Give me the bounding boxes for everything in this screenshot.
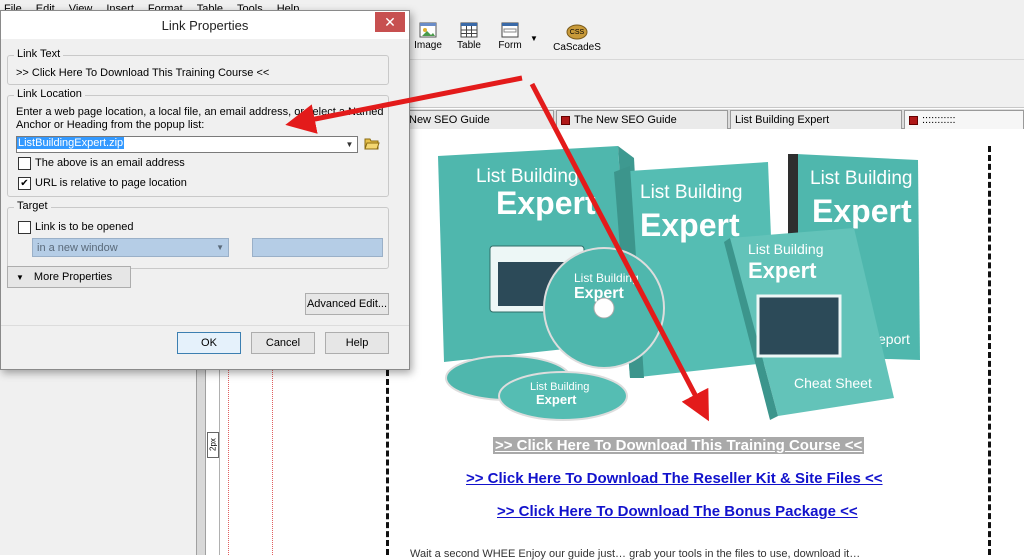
link-properties-dialog: Link Properties ✕ Link Text >> Click Her… xyxy=(0,10,410,370)
document-icon xyxy=(561,115,570,125)
tab-label: The New SEO Guide xyxy=(574,114,677,126)
guide-title-1: List Building xyxy=(748,241,824,257)
binder-footer: eport xyxy=(878,331,910,347)
chevron-down-icon[interactable]: ▼ xyxy=(342,137,357,152)
form-dropdown-button[interactable]: ▼ xyxy=(524,22,544,58)
document-icon xyxy=(909,115,918,125)
cancel-label: Cancel xyxy=(265,337,301,349)
advanced-edit-label: Advanced Edit... xyxy=(306,298,388,310)
cancel-button[interactable]: Cancel xyxy=(251,332,315,354)
tab-the-new-seo-guide[interactable]: The New SEO Guide xyxy=(556,110,728,129)
table-icon xyxy=(460,22,478,38)
table-border-right xyxy=(988,146,991,555)
tab-label: ::::::::::: xyxy=(922,114,956,126)
dialog-title-bar[interactable]: Link Properties xyxy=(1,11,409,39)
link-location-value: ListBuildingExpert.zip xyxy=(17,137,125,149)
margin-guide xyxy=(228,370,229,555)
box-title-1: List Building xyxy=(476,166,578,187)
product-cd-large: List Building Expert xyxy=(543,247,665,369)
table-button[interactable]: Table xyxy=(447,22,491,58)
chevron-down-icon: ▼ xyxy=(16,272,24,282)
small-cd-title-2: Expert xyxy=(536,392,577,407)
chevron-down-icon: ▼ xyxy=(216,243,224,252)
form-button-label: Form xyxy=(498,40,522,51)
chevron-down-icon: ▼ xyxy=(530,34,538,43)
table-button-label: Table xyxy=(457,40,481,51)
cd-title-2: Expert xyxy=(574,285,624,302)
checkmark-icon: ✔ xyxy=(20,177,29,189)
link-opened-checkbox[interactable] xyxy=(18,221,31,234)
location-instructions-line2: Anchor or Heading from the popup list: xyxy=(16,119,205,131)
link-text-value: >> Click Here To Download This Training … xyxy=(16,67,270,79)
email-address-checkbox-label: The above is an email address xyxy=(35,157,185,169)
book-title-2: Expert xyxy=(640,207,740,243)
more-properties-label: More Properties xyxy=(33,271,113,283)
book-title-1: List Building xyxy=(640,182,742,203)
guide-title-2: Expert xyxy=(748,258,817,283)
link-location-input[interactable]: ListBuildingExpert.zip xyxy=(16,136,358,153)
body-text-snippet: Wait a second WHEE Enjoy our guide just…… xyxy=(410,548,861,560)
download-reseller-kit-link[interactable]: >> Click Here To Download The Reseller K… xyxy=(466,470,883,487)
css-badge-text: CSS xyxy=(570,29,585,36)
binder-title-2: Expert xyxy=(812,193,912,229)
tab-list-building-expert[interactable]: List Building Expert xyxy=(730,110,902,129)
help-button[interactable]: Help xyxy=(325,332,389,354)
target-group-title: Target xyxy=(14,200,51,212)
tab-label: New SEO Guide xyxy=(409,114,490,126)
tab-label: List Building Expert xyxy=(735,114,830,126)
cd-title-1: List Building xyxy=(574,271,639,285)
box-title-2: Expert xyxy=(496,185,596,221)
relative-url-checkbox[interactable]: ✔ xyxy=(18,177,31,190)
tab-active[interactable]: ::::::::::: xyxy=(904,110,1024,129)
guide-footer: Cheat Sheet xyxy=(794,375,872,391)
tab-new-seo-guide[interactable]: New SEO Guide xyxy=(404,110,554,129)
table-border-left xyxy=(386,370,389,555)
download-bonus-package-link[interactable]: >> Click Here To Download The Bonus Pack… xyxy=(497,503,858,520)
link-location-group-title: Link Location xyxy=(14,88,85,100)
cascades-button-label: CaScadeS xyxy=(553,42,601,53)
dialog-divider xyxy=(1,325,409,326)
target-window-value: in a new window xyxy=(37,241,118,254)
margin-guide xyxy=(272,370,273,555)
ok-label: OK xyxy=(201,337,217,349)
image-icon xyxy=(419,22,437,38)
close-button[interactable]: ✕ xyxy=(375,12,405,32)
link-text-group-title: Link Text xyxy=(14,48,64,60)
image-button-label: Image xyxy=(414,40,442,51)
css-icon: CSS xyxy=(566,24,588,40)
product-bundle-image: List Building Expert List Building Exper… xyxy=(438,146,920,421)
link-text-group: Link Text >> Click Here To Download This… xyxy=(7,48,389,85)
ok-button[interactable]: OK xyxy=(177,332,241,354)
advanced-edit-button[interactable]: Advanced Edit... xyxy=(305,293,389,315)
vertical-ruler-text: 2px xyxy=(208,438,218,452)
document-tab-strip: New SEO Guide The New SEO Guide List Bui… xyxy=(404,109,1024,129)
download-training-course-link[interactable]: >> Click Here To Download This Training … xyxy=(493,437,865,454)
target-window-select[interactable]: in a new window ▼ xyxy=(32,238,229,257)
vertical-ruler-label: 2px xyxy=(207,432,219,458)
help-label: Help xyxy=(345,337,369,349)
location-instructions-line1: Enter a web page location, a local file,… xyxy=(16,106,384,118)
close-icon: ✕ xyxy=(384,13,396,30)
email-address-checkbox[interactable] xyxy=(18,157,31,170)
relative-url-checkbox-label: URL is relative to page location xyxy=(35,177,187,189)
cascades-button[interactable]: CSS CaScadeS xyxy=(553,22,601,58)
binder-title-1: List Building xyxy=(810,168,912,189)
folder-open-icon[interactable] xyxy=(364,135,380,151)
more-properties-button[interactable]: ▼ More Properties xyxy=(7,266,131,288)
form-icon xyxy=(501,22,519,38)
image-button[interactable]: Image xyxy=(406,22,450,58)
link-opened-checkbox-label: Link is to be opened xyxy=(35,221,134,233)
target-name-input[interactable] xyxy=(252,238,383,257)
dialog-title: Link Properties xyxy=(161,17,249,33)
